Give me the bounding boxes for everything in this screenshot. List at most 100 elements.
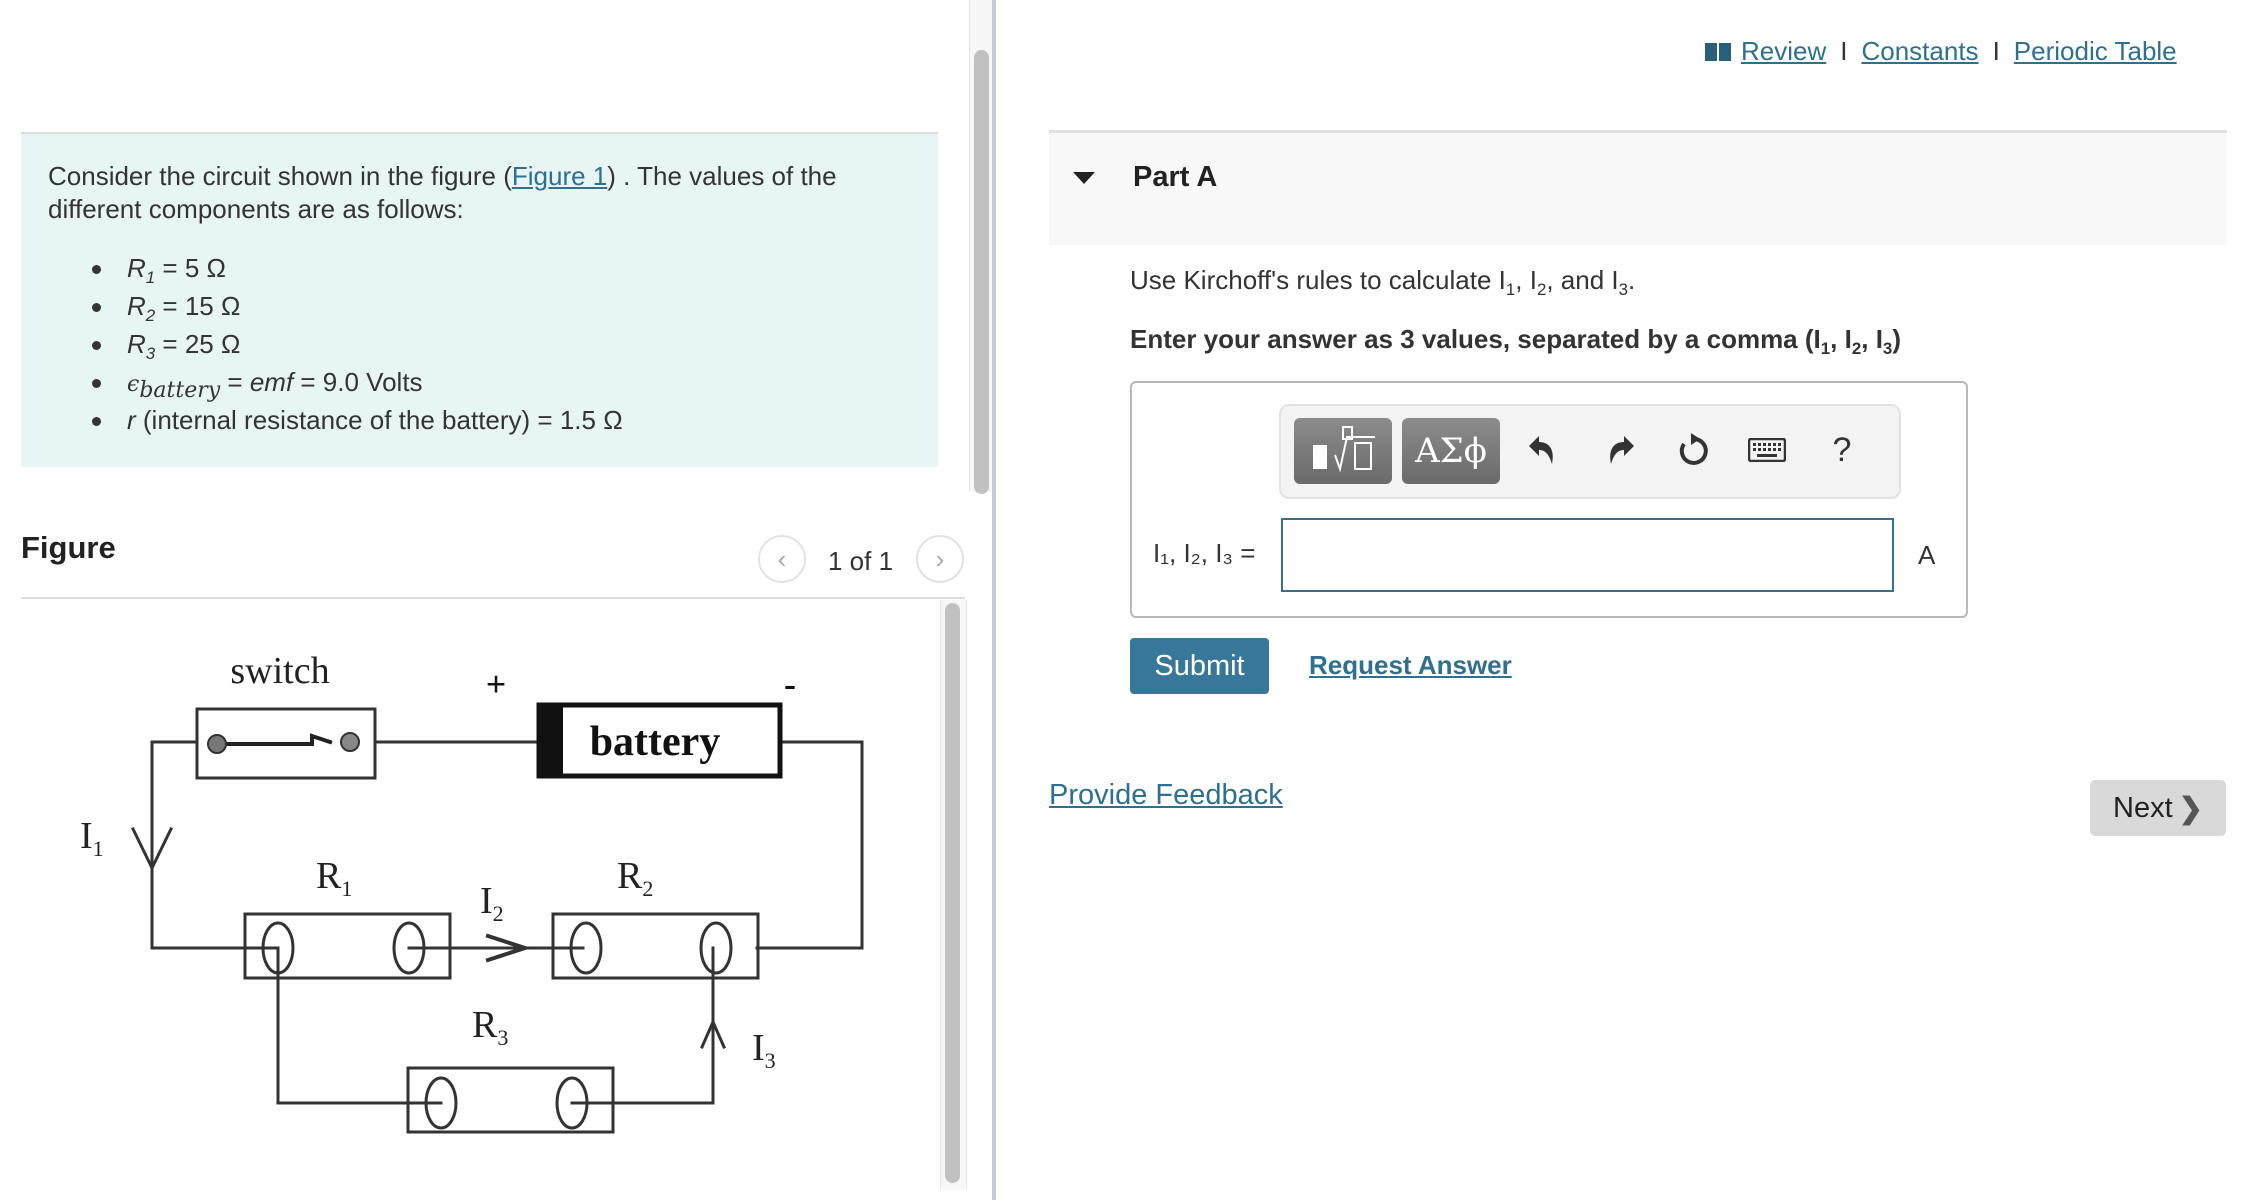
r3-main: R [472,1004,498,1046]
constants-link[interactable]: Constants [1861,36,1978,67]
battery-positive-terminal [539,705,563,776]
redo-button[interactable] [1599,428,1643,472]
undo-button[interactable] [1520,428,1564,472]
panel-divider[interactable] [992,0,996,1200]
i1-sub: 1 [93,836,104,861]
figure-pager-count: 1 of 1 [828,546,894,576]
undo-icon [1529,436,1553,464]
circuit-diagram: switch battery + - I1 R1 I2 R2 R3 I3 [80,650,864,1134]
chevron-left-icon: ‹ [777,543,787,574]
book-icon [1705,42,1731,61]
greek-label: ΑΣϕ [1415,431,1487,471]
instruction-text: Use Kirchoff's rules to calculate I [1130,265,1506,295]
battery-minus-sign: - [784,664,796,704]
reset-button[interactable] [1671,428,1715,472]
r2-terminal-right [699,921,733,975]
component-list: R1 = 5 Ω R2 = 15 Ω R3 = 25 Ω ϵbattery = … [92,249,623,439]
templates-icon [1313,426,1375,473]
problem-scrollbar-thumb[interactable] [974,50,989,494]
keyboard-icon [1748,438,1786,462]
problem-intro: Consider the circuit shown in the figure… [48,160,908,226]
answer-format-instruction: Enter your answer as 3 values, separated… [1130,324,1901,359]
collapse-caret-icon[interactable] [1073,172,1095,184]
battery-label: battery [590,719,721,765]
greek-symbols-button[interactable]: ΑΣϕ [1402,418,1500,484]
templates-button[interactable] [1294,418,1392,484]
component-r2: R2 = 15 Ω [92,287,623,325]
figure-divider [21,597,965,599]
r2-label: R2 [617,855,653,901]
figure-1-link[interactable]: Figure 1 [512,161,607,191]
emf-symbol: ϵ [127,372,140,397]
battery-plus-sign: + [486,664,507,704]
i2-label: I2 [480,880,504,926]
r3-label: R3 [472,1004,508,1050]
i3-main: I [752,1027,765,1069]
r1-main: R [316,855,342,897]
component-emf: ϵbattery = emf = 9.0 Volts [92,363,623,404]
i2-main: I [480,880,493,922]
next-figure-button[interactable]: › [916,535,964,583]
answer-input[interactable] [1281,518,1894,592]
next-button[interactable]: Next ❯ [2090,780,2226,836]
submit-button[interactable]: Submit [1130,638,1269,694]
answer-unit: A [1918,540,1936,570]
r3-symbol: R [127,329,146,359]
r2-symbol: R [127,291,146,321]
figure-heading: Figure [21,530,116,565]
component-r3: R3 = 25 Ω [92,325,623,363]
r3-value: = 25 Ω [155,329,241,359]
r1-symbol: R [127,253,146,283]
previous-figure-button[interactable]: ‹ [758,535,806,583]
intro-text-start: Consider the circuit shown in the figure… [48,161,512,191]
r-value: (internal resistance of the battery) = 1… [135,405,623,435]
emf-eq1: = [220,367,250,397]
emf-word: emf [249,367,294,397]
r1-value: = 5 Ω [155,253,226,283]
i3-label: I3 [752,1027,776,1073]
r3-label-sub: 3 [497,1025,508,1050]
chevron-right-icon: › [935,543,945,574]
keyboard-button[interactable] [1745,428,1789,472]
part-a-header[interactable] [1049,130,2227,245]
request-answer-link[interactable]: Request Answer [1309,650,1512,681]
periodic-table-link[interactable]: Periodic Table [2014,36,2177,67]
link-separator: I [1992,36,2000,66]
i3-sub: 3 [765,1048,776,1073]
question-instruction: Use Kirchoff's rules to calculate I1, I2… [1130,265,1636,300]
provide-feedback-link[interactable]: Provide Feedback [1049,779,1283,812]
wire-left-middle [150,866,280,950]
chevron-right-icon: ❯ [2178,792,2203,825]
i1-label: I1 [80,815,104,861]
r-symbol: r [127,405,136,435]
r2-value: = 15 Ω [155,291,241,321]
switch-lever [215,733,333,746]
link-separator: I [1840,36,1848,66]
r2-main: R [617,855,643,897]
r1-label-sub: 1 [341,876,352,901]
component-r1: R1 = 5 Ω [92,249,623,287]
answer-label: I₁, I₂, I₃ = [1153,538,1256,568]
emf-sub: battery [139,378,221,404]
part-a-title[interactable]: Part A [1133,161,1217,194]
r1-sub: 1 [145,268,156,288]
r2-label-sub: 2 [642,876,653,901]
r1-label: R1 [316,855,352,901]
switch-terminal-left [207,734,227,754]
redo-icon [1610,436,1634,464]
emf-value: = 9.0 Volts [293,367,423,397]
wire-top-left [150,740,199,870]
review-link[interactable]: Review [1741,36,1826,67]
switch-label: switch [230,650,329,692]
next-label: Next [2113,791,2173,824]
i1-main: I [80,815,93,857]
figure-scrollbar-thumb[interactable] [945,603,960,1183]
wire-top-right [755,740,864,950]
i2-sub: 2 [493,901,504,926]
help-button[interactable]: ? [1820,428,1864,472]
r2-sub: 2 [145,306,156,326]
reset-icon [1679,433,1708,465]
switch-terminal-right [340,732,360,752]
r3-sub: 3 [145,344,156,364]
help-icon: ? [1832,430,1852,469]
